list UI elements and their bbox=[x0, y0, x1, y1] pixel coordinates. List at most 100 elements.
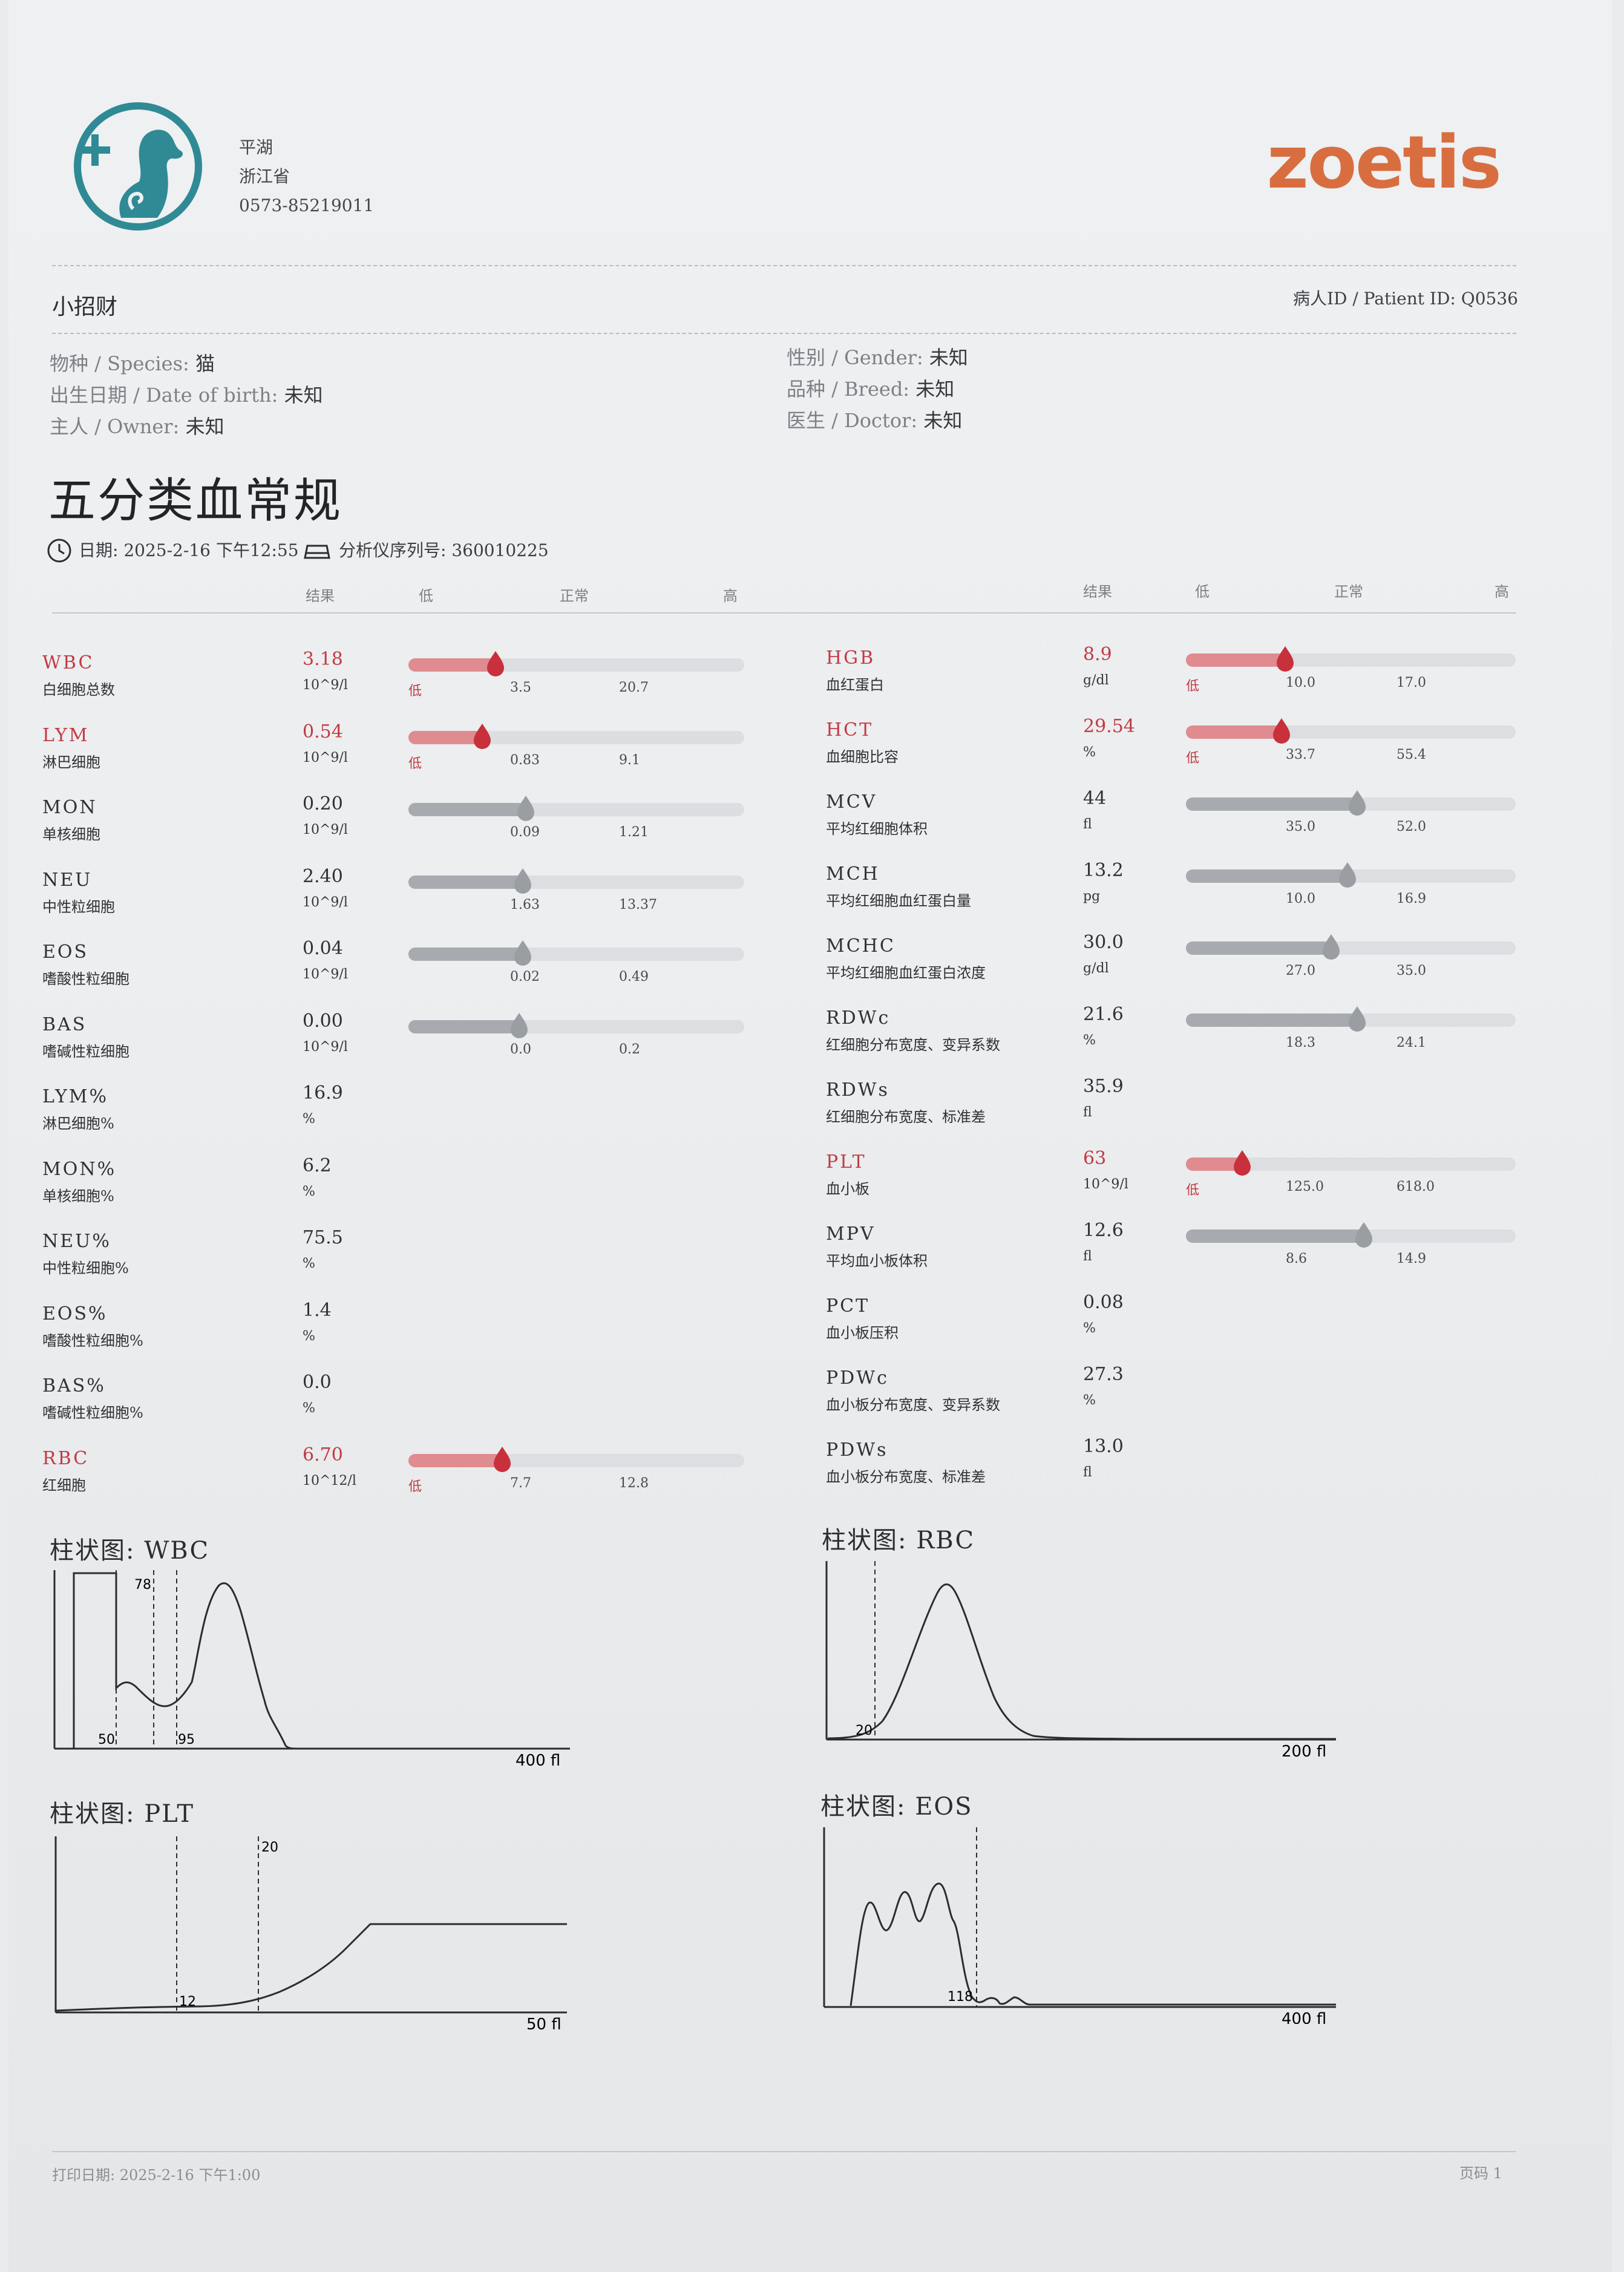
pdwc-name: 血小板分布宽度、变异系数 bbox=[826, 1396, 1000, 1413]
pdwc-code: PDWc bbox=[826, 1367, 889, 1389]
hgb-ref-high: 17.0 bbox=[1396, 675, 1426, 690]
hist-wbc-axis-label: 400 fl bbox=[516, 1752, 560, 1767]
hgb-unit: g/dl bbox=[1083, 673, 1109, 688]
patient-info-left: 物种 / Species: 猫 出生日期 / Date of birth: 未知… bbox=[50, 348, 323, 442]
clock-icon bbox=[47, 539, 71, 563]
hct-ref-low: 33.7 bbox=[1286, 747, 1315, 762]
wbc-ref-low: 3.5 bbox=[510, 680, 531, 695]
eos-code: EOS bbox=[42, 941, 89, 963]
patient-id-label: 病人ID / Patient ID: bbox=[1292, 289, 1456, 309]
eos-pct-unit: % bbox=[303, 1328, 315, 1344]
bas-pct-value: 0.0 bbox=[303, 1372, 332, 1393]
rdwc-unit: % bbox=[1083, 1033, 1096, 1048]
report-date: 日期: 2025-2-16 下午12:55 bbox=[79, 540, 299, 560]
bas-ref-low: 0.0 bbox=[510, 1041, 531, 1057]
lym-pct-value: 16.9 bbox=[303, 1082, 343, 1104]
hct-low-flag: 低 bbox=[1186, 751, 1200, 766]
dob-row: 出生日期 / Date of birth: 未知 bbox=[50, 379, 323, 411]
mon-pct-name: 单核细胞% bbox=[42, 1187, 114, 1205]
neu-range-bar bbox=[408, 868, 744, 894]
hist-eos-chart: 118 400 fl bbox=[823, 1827, 1336, 2024]
pct-name: 血小板压积 bbox=[826, 1324, 899, 1341]
wbc-ref-high: 20.7 bbox=[619, 680, 649, 695]
rdwc-name: 红细胞分布宽度、变异系数 bbox=[826, 1036, 1000, 1053]
mcv-ref-high: 52.0 bbox=[1396, 819, 1426, 834]
mch-value: 13.2 bbox=[1083, 860, 1124, 881]
hist-eos-marker-118: 118 bbox=[948, 1989, 973, 2005]
lym-unit: 10^9/l bbox=[303, 750, 348, 765]
mpv-ref-low: 8.6 bbox=[1286, 1251, 1307, 1266]
bas-name: 嗜碱性粒细胞 bbox=[42, 1043, 129, 1060]
header-divider bbox=[52, 265, 1516, 266]
hist-eos-curve bbox=[850, 1882, 1336, 2006]
lym-pct-code: LYM% bbox=[42, 1086, 109, 1107]
lym-pct-name: 淋巴细胞% bbox=[42, 1115, 114, 1132]
lym-value: 0.54 bbox=[303, 721, 343, 742]
mcv-name: 平均红细胞体积 bbox=[826, 820, 928, 837]
bas-range-bar bbox=[408, 1012, 744, 1038]
rbc-code: RBC bbox=[42, 1447, 90, 1469]
footer-divider bbox=[52, 2151, 1516, 2152]
bas-ref-high: 0.2 bbox=[619, 1041, 640, 1057]
patient-id-value: Q0536 bbox=[1461, 289, 1518, 309]
hist-plt-curve bbox=[55, 1923, 567, 2012]
mch-range-bar bbox=[1186, 862, 1516, 888]
wbc-range-bar bbox=[408, 651, 744, 676]
mcv-value: 44 bbox=[1083, 788, 1107, 809]
mch-ref-low: 10.0 bbox=[1286, 891, 1315, 906]
plt-unit: 10^9/l bbox=[1083, 1177, 1128, 1192]
hgb-name: 血红蛋白 bbox=[826, 676, 884, 693]
hist-plt-marker-20: 20 bbox=[261, 1840, 278, 1855]
pdwc-value: 27.3 bbox=[1083, 1364, 1124, 1385]
mon-pct-unit: % bbox=[303, 1183, 315, 1199]
col-normal-right: 正常 bbox=[1334, 583, 1363, 600]
analyzer-serial: 分析仪序列号: 360010225 bbox=[339, 540, 549, 560]
rdws-value: 35.9 bbox=[1083, 1076, 1124, 1097]
hist-plt-axis-label: 50 fl bbox=[526, 2015, 562, 2033]
mon-value: 0.20 bbox=[303, 793, 343, 814]
owner-label: 主人 / Owner: bbox=[50, 415, 180, 438]
rdws-code: RDWs bbox=[826, 1079, 889, 1101]
mon-unit: 10^9/l bbox=[303, 822, 348, 837]
hgb-range-bar bbox=[1186, 646, 1516, 672]
mch-name: 平均红细胞血红蛋白量 bbox=[826, 892, 971, 909]
rdwc-ref-low: 18.3 bbox=[1286, 1035, 1315, 1050]
pct-unit: % bbox=[1083, 1321, 1096, 1336]
eos-value: 0.04 bbox=[303, 938, 343, 959]
mcv-ref-low: 35.0 bbox=[1286, 819, 1315, 834]
col-low-right: 低 bbox=[1195, 583, 1210, 600]
mch-unit: pg bbox=[1083, 889, 1101, 904]
rbc-range-bar bbox=[408, 1446, 744, 1472]
hist-rbc-title: 柱状图: RBC bbox=[822, 1527, 975, 1554]
neu-pct-name: 中性粒细胞% bbox=[42, 1260, 129, 1277]
lym-code: LYM bbox=[42, 724, 90, 746]
hist-wbc-title: 柱状图: WBC bbox=[50, 1537, 210, 1565]
bas-code: BAS bbox=[42, 1013, 87, 1035]
results-header-divider bbox=[52, 612, 1516, 614]
rdwc-range-bar bbox=[1186, 1006, 1516, 1032]
plt-name: 血小板 bbox=[826, 1180, 869, 1197]
mon-pct-code: MON% bbox=[42, 1158, 117, 1180]
eos-range-bar bbox=[408, 940, 744, 966]
species-row: 物种 / Species: 猫 bbox=[50, 348, 323, 379]
eos-name: 嗜酸性粒细胞 bbox=[42, 971, 129, 987]
col-result-left: 结果 bbox=[306, 588, 335, 604]
bas-value: 0.00 bbox=[303, 1010, 343, 1032]
mchc-ref-low: 27.0 bbox=[1286, 963, 1315, 978]
breed-label: 品种 / Breed: bbox=[787, 378, 910, 401]
hct-ref-high: 55.4 bbox=[1396, 747, 1426, 762]
bas-pct-unit: % bbox=[303, 1401, 315, 1416]
neu-ref-high: 13.37 bbox=[619, 897, 657, 912]
print-date: 打印日期: 2025-2-16 下午1:00 bbox=[52, 2167, 261, 2184]
neu-code: NEU bbox=[42, 869, 93, 891]
neu-pct-value: 75.5 bbox=[303, 1227, 343, 1248]
analyzer-icon bbox=[304, 545, 330, 559]
wbc-code: WBC bbox=[42, 652, 94, 673]
mchc-range-bar bbox=[1186, 934, 1516, 960]
gender-row: 性别 / Gender: 未知 bbox=[787, 342, 968, 373]
mon-code: MON bbox=[42, 797, 97, 818]
hist-rbc-axis-label: 200 fl bbox=[1282, 1743, 1326, 1758]
pdws-code: PDWs bbox=[826, 1439, 888, 1461]
mon-range-bar bbox=[408, 796, 744, 821]
species-value: 猫 bbox=[195, 352, 215, 375]
